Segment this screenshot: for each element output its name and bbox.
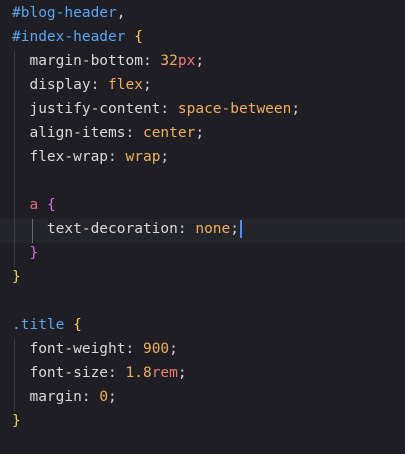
code-token: a [12,197,39,213]
code-token: : [125,341,143,357]
code-token: : [90,77,109,93]
code-line[interactable]: align-items: center; [12,121,204,145]
code-token: ; [291,101,301,117]
code-token: flex [108,77,143,93]
code-token: #index-header [12,29,126,45]
code-token: rem [151,365,178,381]
code-token: none [195,221,231,237]
code-token: margin [12,389,82,405]
code-line[interactable]: #blog-header, [12,1,126,25]
code-token: } [12,269,21,285]
code-token: px [177,53,196,69]
code-token: align-items [12,125,126,141]
code-token: { [134,29,143,45]
code-token: flex-wrap [12,149,109,165]
code-line[interactable]: .title { [12,313,82,337]
code-token: ; [177,365,187,381]
code-token: : [108,365,126,381]
code-token: : [108,149,126,165]
code-line[interactable]: flex-wrap: wrap; [12,145,169,169]
code-token: : [125,125,143,141]
code-token: : [142,53,161,69]
code-line[interactable]: #index-header { [12,25,143,49]
code-token: .title [12,317,65,333]
code-line[interactable]: text-decoration: none; [12,217,242,241]
code-token: : [81,389,100,405]
code-editor[interactable]: #blog-header, #index-header { margin-bott… [0,0,405,454]
code-token: center [142,125,196,141]
code-token: margin-bottom [12,53,143,69]
code-line[interactable]: font-weight: 900; [12,337,178,361]
code-token: justify-content [12,101,161,117]
code-line[interactable]: } [12,265,21,289]
code-line[interactable]: } [12,409,21,433]
code-line[interactable]: margin: 0; [12,385,117,409]
text-cursor [240,220,242,238]
code-token: 0 [99,389,109,405]
code-token: 1.8 [125,365,152,381]
code-token: : [160,101,178,117]
code-token: } [12,413,21,429]
code-line[interactable]: a { [12,193,56,217]
code-line[interactable]: font-size: 1.8rem; [12,361,187,385]
code-token: ; [169,341,178,357]
code-token: ; [195,125,205,141]
code-token: ; [108,389,117,405]
code-token: ; [195,53,205,69]
code-line[interactable]: display: flex; [12,73,152,97]
code-token: ; [230,221,239,237]
code-token: ; [160,149,170,165]
code-line[interactable]: margin-bottom: 32px; [12,49,204,73]
code-token: 32 [160,53,178,69]
code-token: , [116,5,126,21]
code-token: } [12,245,39,261]
code-token: : [177,221,196,237]
code-token: 900 [142,341,170,357]
code-token: wrap [125,149,161,165]
code-token: text-decoration [12,221,178,237]
code-token: space-between [177,101,292,117]
code-line[interactable]: justify-content: space-between; [12,97,300,121]
code-token: font-size [12,365,109,381]
code-token: font-weight [12,341,126,357]
code-token: #blog-header [12,5,117,21]
code-token: { [46,197,56,213]
code-token: display [12,77,91,93]
code-token: { [73,317,82,333]
code-line[interactable]: } [12,241,38,265]
code-token: ; [142,77,152,93]
